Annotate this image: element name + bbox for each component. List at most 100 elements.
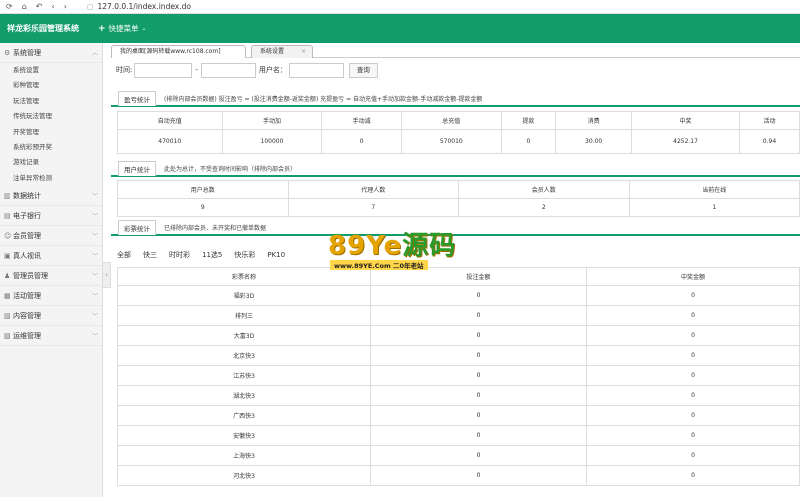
users-tag: 用户统计	[118, 160, 156, 176]
cell-lottery-name: 排列三	[117, 305, 371, 326]
cell-win-amount: 0	[586, 425, 800, 446]
sidebar-group-label: 管理员管理	[13, 271, 48, 280]
cell-lottery-name: 安徽快3	[117, 425, 371, 446]
cell-win-amount: 0	[586, 405, 800, 426]
sidebar-group-activities[interactable]: ▦ 活动管理 ﹀	[0, 286, 102, 307]
sidebar-item-system-settings[interactable]: 系统设置	[0, 63, 102, 78]
table-row: 广西快3 0 0	[117, 405, 800, 426]
table-row: 470010 100000 0 570010 0 30.00 4252.17 0…	[117, 129, 800, 154]
tab-system-settings[interactable]: 系统设置 ×	[251, 45, 313, 58]
header-user-total: 用户总数	[117, 180, 289, 199]
tab-bar: 我的桌面[源码转载www.rc108.com] 系统设置 ×	[111, 43, 800, 58]
table-row: 9 7 2 1	[117, 198, 800, 217]
cell-win-amount: 0	[586, 465, 800, 486]
close-icon[interactable]: ×	[301, 46, 306, 58]
sidebar-group-stats[interactable]: ▥ 数据统计 ﹀	[0, 186, 102, 207]
plus-icon: +	[98, 23, 106, 34]
sidebar-group-live-video[interactable]: ▣ 真人视讯 ﹀	[0, 246, 102, 267]
cell-win: 4252.17	[631, 129, 740, 154]
sidebar-item-draw-manage[interactable]: 开奖管理	[0, 125, 102, 140]
undo-icon[interactable]: ↶	[36, 2, 43, 11]
sidebar-group-members[interactable]: ☺ 会员管理 ﹀	[0, 226, 102, 247]
forward-icon[interactable]: ›	[64, 2, 67, 11]
cell-consume: 30.00	[555, 129, 633, 154]
tab-k3[interactable]: 快三	[143, 250, 157, 260]
header-win-amount: 中奖金额	[586, 267, 800, 286]
search-button[interactable]: 查询	[348, 62, 378, 78]
chevron-down-icon: ﹀	[91, 273, 98, 281]
tab-ssc[interactable]: 时时彩	[169, 250, 190, 260]
table-header-row: 用户总数 代理人数 会员人数 当前在线	[117, 180, 800, 199]
header-total-deposit: 总充值	[400, 111, 502, 130]
cell-win-amount: 0	[586, 445, 800, 466]
watermark: 89Ye源码 www.89YE.Com 二0年老站	[320, 225, 480, 275]
cell-auto-deposit: 470010	[117, 129, 223, 154]
sidebar-group-bank[interactable]: ▤ 电子银行 ﹀	[0, 206, 102, 227]
back-icon[interactable]: ‹	[51, 2, 54, 11]
profit-tag: 盈亏统计	[118, 90, 156, 106]
sidebar-item-traditional-play[interactable]: 传统玩法管理	[0, 109, 102, 124]
cell-members: 2	[458, 198, 630, 217]
header-auto-deposit: 自动充值	[117, 111, 223, 130]
sidebar-group-label: 运维管理	[13, 331, 41, 340]
quick-menu-button[interactable]: + 快捷菜单 ⌄	[98, 23, 147, 34]
chevron-down-icon: ⌄	[141, 25, 147, 32]
sidebar-group-label: 活动管理	[13, 291, 41, 300]
chevron-down-icon: ﹀	[91, 233, 98, 241]
doc-icon: ▧	[4, 311, 11, 320]
chevron-down-icon: ﹀	[91, 333, 98, 341]
tab-pk10[interactable]: PK10	[267, 251, 285, 259]
tab-desktop[interactable]: 我的桌面[源码转载www.rc108.com]	[111, 45, 246, 58]
tool-icon: ▨	[4, 331, 11, 340]
sidebar-group-label: 会员管理	[13, 231, 41, 240]
chevron-up-icon: ︿	[91, 50, 98, 57]
sidebar-collapse-handle[interactable]: ‹	[103, 262, 111, 288]
lottery-note: 已排除内部会员、未开奖和已撤单数据	[164, 224, 267, 232]
username-input[interactable]	[288, 62, 344, 78]
cell-bet-amount: 0	[370, 385, 587, 406]
chevron-down-icon: ﹀	[91, 313, 98, 321]
sidebar-item-game-records[interactable]: 游戏记录	[0, 155, 102, 170]
chevron-down-icon: ﹀	[91, 293, 98, 301]
end-time-input[interactable]	[200, 62, 256, 78]
lottery-type-tabs: 全部 快三 时时彩 11选5 快乐彩 PK10	[117, 250, 285, 260]
app-title: 祥龙彩乐园管理系统	[7, 24, 79, 33]
app-header: 祥龙彩乐园管理系统 + 快捷菜单 ⌄	[0, 14, 800, 43]
user-icon: ☺	[4, 231, 12, 240]
sidebar-submenu: 系统设置 彩种管理 玩法管理 传统玩法管理 开奖管理 系统彩预开奖 游戏记录 注…	[0, 63, 102, 186]
sidebar-group-system[interactable]: ⚙ 系统管理 ︿	[0, 43, 102, 63]
tab-kl[interactable]: 快乐彩	[234, 250, 255, 260]
sidebar-group-ops[interactable]: ▨ 运维管理 ﹀	[0, 326, 102, 347]
home-icon[interactable]: ⌂	[22, 2, 27, 11]
profit-section-header: 盈亏统计 (排除内部会员数据) 投注盈亏 = (投注消费金额-返奖金额) 充提盈…	[111, 90, 800, 107]
sidebar: ⚙ 系统管理 ︿ 系统设置 彩种管理 玩法管理 传统玩法管理 开奖管理 系统彩预…	[0, 43, 103, 497]
cell-withdraw: 0	[500, 129, 557, 154]
table-row: 北京快3 0 0	[117, 345, 800, 366]
sidebar-group-content[interactable]: ▧ 内容管理 ﹀	[0, 306, 102, 327]
address-bar[interactable]: 127.0.0.1/index.index.do	[98, 2, 191, 11]
table-row: 上海快3 0 0	[117, 445, 800, 466]
cell-lottery-name: 上海快3	[117, 445, 371, 466]
cell-user-total: 9	[117, 198, 289, 217]
sidebar-item-play-manage[interactable]: 玩法管理	[0, 94, 102, 109]
sidebar-item-pre-draw[interactable]: 系统彩预开奖	[0, 140, 102, 155]
table-row: 河北快3 0 0	[117, 465, 800, 486]
cell-lottery-name: 河北快3	[117, 465, 371, 486]
cell-lottery-name: 北京快3	[117, 345, 371, 366]
table-row: 大富3D 0 0	[117, 325, 800, 346]
start-time-input[interactable]	[134, 62, 193, 78]
sidebar-item-bet-anomaly[interactable]: 注单异常检测	[0, 171, 102, 186]
sidebar-group-admins[interactable]: ♟ 管理员管理 ﹀	[0, 266, 102, 287]
chevron-left-icon: ‹	[105, 271, 108, 279]
table-row: 湖北快3 0 0	[117, 385, 800, 406]
cell-bet-amount: 0	[370, 285, 587, 306]
reload-icon[interactable]: ⟳	[6, 2, 13, 11]
cell-bet-amount: 0	[370, 325, 587, 346]
lottery-tag: 彩票统计	[118, 219, 156, 235]
cell-lottery-name: 江苏快3	[117, 365, 371, 386]
browser-bar: ⟳ ⌂ ↶ ‹ › ▢ 127.0.0.1/index.index.do	[0, 0, 800, 14]
sidebar-item-lottery-manage[interactable]: 彩种管理	[0, 78, 102, 93]
cell-bet-amount: 0	[370, 445, 587, 466]
tab-all[interactable]: 全部	[117, 250, 131, 260]
tab-11x5[interactable]: 11选5	[202, 250, 222, 260]
